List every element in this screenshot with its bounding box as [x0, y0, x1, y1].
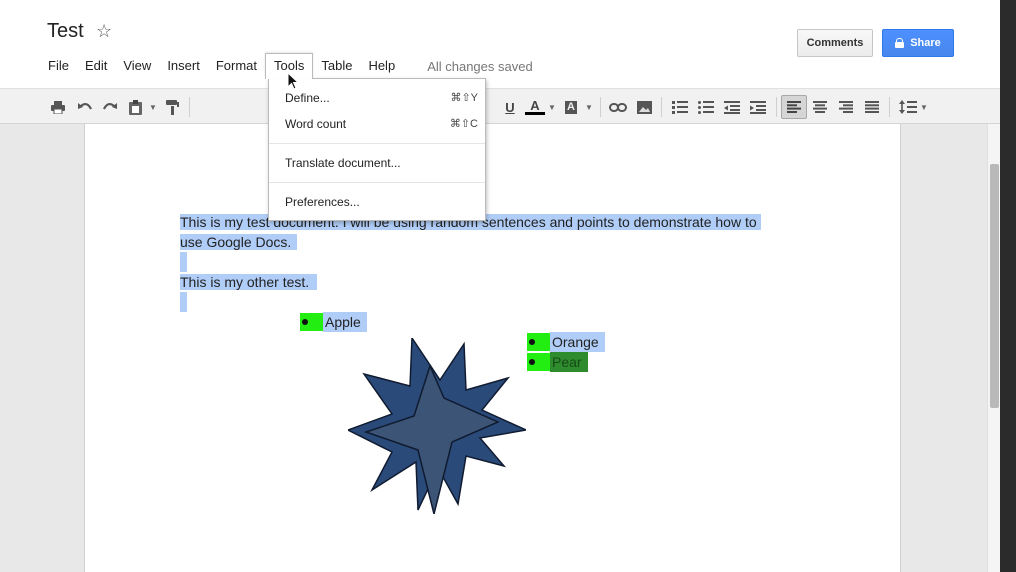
- text-color-dropdown-icon[interactable]: ▼: [548, 98, 556, 116]
- vertical-scrollbar[interactable]: [987, 124, 1000, 572]
- align-center-icon[interactable]: [812, 98, 828, 116]
- image-icon[interactable]: [636, 98, 652, 116]
- highlight-color-icon[interactable]: A: [563, 98, 579, 116]
- menu-view[interactable]: View: [115, 54, 159, 78]
- link-icon[interactable]: [608, 98, 628, 116]
- empty-line-selection: [180, 292, 187, 312]
- align-left-icon[interactable]: [781, 95, 807, 119]
- toolbar-separator: [661, 97, 662, 117]
- numbered-list-icon[interactable]: [671, 98, 689, 116]
- list-item-orange[interactable]: Orange: [527, 332, 605, 352]
- toolbar-separator: [776, 97, 777, 117]
- toolbar-separator: [600, 97, 601, 117]
- doc-title[interactable]: Test: [47, 20, 84, 43]
- decrease-indent-icon[interactable]: [723, 98, 741, 116]
- star-drawing[interactable]: [348, 338, 526, 514]
- share-button[interactable]: Share: [882, 29, 954, 57]
- menu-help[interactable]: Help: [360, 54, 403, 78]
- scrollbar-thumb[interactable]: [990, 164, 999, 408]
- highlight-dropdown-icon[interactable]: ▼: [585, 98, 593, 116]
- paragraph-1-line-2[interactable]: use Google Docs.: [180, 232, 298, 252]
- underline-icon[interactable]: U: [503, 98, 517, 116]
- increase-indent-icon[interactable]: [749, 98, 767, 116]
- empty-line-selection: [180, 252, 187, 272]
- menu-edit[interactable]: Edit: [77, 54, 115, 78]
- menu-item-shortcut: ⌘⇧Y: [450, 92, 478, 104]
- toolbar: ▼ U A ▼ A ▼ ▼: [0, 88, 1000, 124]
- list-item-text: Orange: [550, 332, 605, 352]
- list-item-text: Pear: [550, 352, 588, 372]
- comments-button-label: Comments: [806, 37, 864, 49]
- menu-item-label: Translate document...: [285, 156, 401, 170]
- star-icon[interactable]: ☆: [96, 21, 112, 42]
- menu-separator: [269, 143, 485, 144]
- toolbar-separator: [189, 97, 190, 117]
- align-right-icon[interactable]: [838, 98, 854, 116]
- bulleted-list-icon[interactable]: [697, 98, 715, 116]
- list-item-text: Apple: [323, 312, 367, 332]
- paint-format-icon[interactable]: [164, 98, 180, 116]
- menu-file[interactable]: File: [40, 54, 77, 78]
- paste-dropdown-icon[interactable]: ▼: [149, 98, 157, 116]
- line-spacing-dropdown-icon[interactable]: ▼: [920, 98, 928, 116]
- menu-table[interactable]: Table: [313, 54, 360, 78]
- share-button-label: Share: [910, 37, 941, 49]
- menu-item-label: Word count: [285, 117, 347, 131]
- menu-insert[interactable]: Insert: [159, 54, 208, 78]
- text-color-letter: A: [530, 98, 540, 113]
- window-edge: [1000, 0, 1016, 572]
- paragraph-1-line-2-text: use Google Docs.: [180, 234, 298, 250]
- highlight-color-letter: A: [565, 100, 577, 114]
- menu-item-shortcut: ⌘⇧C: [449, 118, 478, 130]
- menu-item-translate[interactable]: Translate document...: [269, 151, 485, 175]
- toolbar-separator: [889, 97, 890, 117]
- text-color-bar: [525, 112, 545, 115]
- bullet-icon: [527, 353, 550, 371]
- lock-icon: [895, 38, 905, 48]
- paragraph-2[interactable]: This is my other test.: [180, 272, 318, 292]
- tools-menu-dropdown: Define... ⌘⇧Y Word count ⌘⇧C Translate d…: [268, 78, 486, 221]
- menu-item-label: Preferences...: [285, 195, 360, 209]
- doc-header: Test ☆ File Edit View Insert Format Tool…: [0, 0, 1000, 88]
- line-spacing-icon[interactable]: [899, 98, 917, 116]
- menu-format[interactable]: Format: [208, 54, 265, 78]
- mouse-cursor-icon: [287, 72, 299, 90]
- menu-separator: [269, 182, 485, 183]
- list-item-apple[interactable]: Apple: [300, 312, 367, 332]
- menu-item-define[interactable]: Define... ⌘⇧Y: [269, 86, 485, 110]
- print-icon[interactable]: [50, 98, 66, 116]
- paste-icon[interactable]: [127, 98, 143, 116]
- menu-item-label: Define...: [285, 91, 330, 105]
- comments-button[interactable]: Comments: [797, 29, 873, 57]
- undo-icon[interactable]: [76, 98, 94, 116]
- bullet-icon: [527, 333, 550, 351]
- justify-icon[interactable]: [864, 98, 880, 116]
- bullet-icon: [300, 313, 323, 331]
- menu-item-preferences[interactable]: Preferences...: [269, 190, 485, 214]
- text-color-icon[interactable]: A: [525, 98, 545, 116]
- list-item-pear[interactable]: Pear: [527, 352, 588, 372]
- paragraph-2-text: This is my other test.: [180, 274, 318, 290]
- menu-item-word-count[interactable]: Word count ⌘⇧C: [269, 112, 485, 136]
- saved-status: All changes saved: [427, 58, 533, 74]
- redo-icon[interactable]: [101, 98, 119, 116]
